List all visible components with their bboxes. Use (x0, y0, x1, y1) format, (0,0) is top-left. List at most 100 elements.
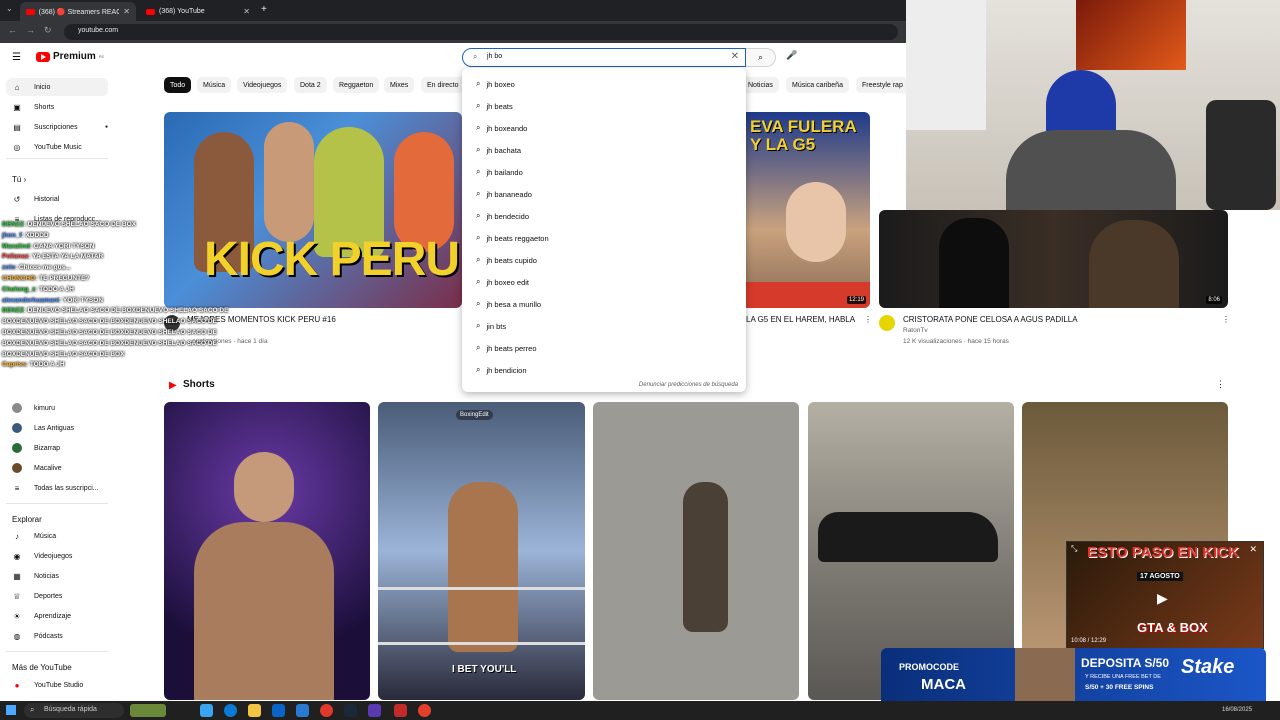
chip-todo[interactable]: Todo (164, 77, 192, 93)
reload-icon[interactable]: ↻ (44, 25, 52, 36)
sidebar-item-historial[interactable]: ↺ Historial (6, 190, 108, 208)
pip-time: 10:08 / 12:29 (1071, 638, 1107, 644)
chip-musica[interactable]: Música (197, 77, 232, 93)
steam-icon[interactable] (344, 704, 357, 717)
play-icon[interactable]: ▶ (1157, 590, 1168, 607)
chip-freestyle-rap[interactable]: Freestyle rap (856, 77, 909, 93)
search-icon: ⌕ (476, 145, 481, 154)
search-suggestion[interactable]: ⌕ jh bendicion (462, 359, 746, 381)
video-meta: 12 K visualizaciones · hace 15 horas (903, 338, 1009, 345)
search-icon: ⌕ (476, 79, 481, 88)
outlook-icon[interactable] (296, 704, 309, 717)
wall-poster (1076, 0, 1186, 70)
sidebar-item-noticias[interactable]: ▦ Noticias (6, 567, 108, 585)
video-title[interactable]: LA G5 EN EL HAREM, HABLA (746, 315, 855, 324)
pip-subtitle: GTA & BOX (1137, 620, 1208, 635)
mini-player[interactable]: ⤡ ✕ ESTO PASO EN KICK 17 AGOSTO ▶ GTA & … (1066, 541, 1264, 649)
short-thumbnail[interactable]: BoxingEdit I BET YOU'LL (378, 402, 585, 700)
sidebar-item-youtube-music[interactable]: ◎ YouTube Music (6, 138, 108, 156)
video-thumbnail[interactable]: KICK PERU (164, 112, 462, 308)
search-suggestion[interactable]: ⌕ jh beats reggaeton (462, 227, 746, 249)
search-suggestion[interactable]: ⌕ jh boxeo (462, 73, 746, 95)
new-tab-icon[interactable]: + (261, 4, 267, 15)
back-icon[interactable]: ← (8, 25, 17, 35)
file-explorer-icon[interactable] (248, 704, 261, 717)
clear-icon[interactable]: ✕ (731, 51, 739, 62)
short-thumbnail[interactable] (593, 402, 799, 700)
more-options-icon[interactable]: ⋮ (1222, 315, 1230, 324)
sidebar-item-deportes[interactable]: ♕ Deportes (6, 587, 108, 605)
close-icon[interactable]: ✕ (1249, 544, 1257, 555)
chip-noticias[interactable]: Noticias (742, 77, 779, 93)
video-thumbnail[interactable]: EVA FULERA Y LA G5 12:19 (746, 112, 870, 308)
search-suggestion[interactable]: ⌕ jh bendecido (462, 205, 746, 227)
search-suggestion[interactable]: ⌕ jh besa a murillo (462, 293, 746, 315)
store-icon[interactable] (272, 704, 285, 717)
obs-icon[interactable] (368, 704, 381, 717)
thumb-person (264, 122, 314, 242)
video-title[interactable]: CRISTORATA PONE CELOSA A AGUS PADILLA (903, 315, 1078, 324)
chrome-icon[interactable] (320, 704, 333, 717)
search-suggestion[interactable]: ⌕ jh boxeo edit (462, 271, 746, 293)
search-suggestion[interactable]: ⌕ jh beats perreo (462, 337, 746, 359)
search-input[interactable]: ⌕ jh bo ✕ (462, 48, 746, 67)
windows-start-icon[interactable] (6, 705, 16, 715)
sidebar-item-aprendizaje[interactable]: ☀ Aprendizaje (6, 607, 108, 625)
youtube-logo[interactable]: Premium PE (36, 51, 104, 62)
browser-tab-2[interactable]: (368) YouTube ✕ (140, 2, 256, 21)
more-options-icon[interactable]: ⋮ (864, 315, 872, 324)
mic-icon[interactable]: 🎤 (786, 50, 797, 61)
close-tab-icon[interactable]: ✕ (243, 7, 250, 16)
app-icon[interactable] (394, 704, 407, 717)
sidebar-item-todas-suscripciones[interactable]: ≡ Todas las suscripci... (6, 479, 108, 497)
short-thumbnail[interactable] (164, 402, 370, 700)
sidebar-sub-las-antiguas[interactable]: Las Antiguas (6, 419, 108, 437)
copilot-icon[interactable] (200, 704, 213, 717)
sidebar-sub-bizarrap[interactable]: Bizarrap (6, 439, 108, 457)
chip-musica-caribena[interactable]: Música caribeña (786, 77, 849, 93)
forward-icon[interactable]: → (26, 25, 35, 35)
expand-icon[interactable]: ⤡ (1071, 544, 1077, 554)
search-suggestion[interactable]: ⌕ jh bachata (462, 139, 746, 161)
sidebar-item-inicio[interactable]: ⌂ Inicio (6, 78, 108, 96)
edge-icon[interactable] (224, 704, 237, 717)
search-suggestion[interactable]: ⌕ jh bananeado (462, 183, 746, 205)
app-icon[interactable] (418, 704, 431, 717)
sidebar-section-tu[interactable]: Tú › (12, 175, 26, 184)
tab-list-icon[interactable]: ⌄ (6, 4, 13, 13)
widget-icon[interactable] (130, 704, 166, 717)
chip-mixes[interactable]: Mixes (384, 77, 415, 93)
chip-reggaeton[interactable]: Reggaeton (333, 77, 380, 93)
sidebar-item-youtube-studio[interactable]: ● YouTube Studio (6, 676, 108, 694)
channel-avatar[interactable] (879, 315, 895, 331)
chip-videojuegos[interactable]: Videojuegos (237, 77, 288, 93)
chat-text: BOXDENUEVO SHELAO SACO DE BOXDENUEVO SHE… (2, 318, 217, 326)
search-button[interactable]: ⌕ (746, 48, 776, 67)
menu-icon[interactable]: ☰ (12, 52, 21, 63)
search-suggestion[interactable]: ⌕ jin bts (462, 315, 746, 337)
browser-tab-1[interactable]: (368) 🔴 Streamers REACCIONA ✕ (20, 2, 136, 21)
chip-dota2[interactable]: Dota 2 (294, 77, 327, 93)
sidebar-item-musica[interactable]: ♪ Música (6, 527, 108, 545)
sidebar-item-podcasts[interactable]: ◍ Pódcasts (6, 627, 108, 645)
search-suggestion[interactable]: ⌕ jh boxeando (462, 117, 746, 139)
sidebar-sub-kimuru[interactable]: kimuru (6, 399, 108, 417)
report-predictions-link[interactable]: Denunciar predicciones de búsqueda (639, 382, 738, 388)
channel-name[interactable]: RatonTv (903, 327, 928, 334)
search-suggestion[interactable]: ⌕ jh beats cupido (462, 249, 746, 271)
chat-username: CHUNCHO (2, 275, 36, 282)
video-thumbnail[interactable]: 8:06 (879, 210, 1228, 308)
search-suggestion[interactable]: ⌕ jh bailando (462, 161, 746, 183)
chip-en-directo[interactable]: En directo (421, 77, 465, 93)
url-field[interactable]: youtube.com (64, 24, 898, 40)
taskbar-search[interactable]: ⌕ Búsqueda rápida (24, 703, 124, 718)
more-options-icon[interactable]: ⋮ (1216, 379, 1225, 390)
sidebar-item-videojuegos[interactable]: ◉ Videojuegos (6, 547, 108, 565)
close-tab-icon[interactable]: ✕ (123, 7, 130, 16)
gaming-chair (1206, 100, 1276, 210)
search-suggestion[interactable]: ⌕ jh beats (462, 95, 746, 117)
sidebar-item-shorts[interactable]: ▣ Shorts (6, 98, 108, 116)
sidebar-item-suscripciones[interactable]: ▤ Suscripciones ● (6, 118, 108, 136)
sidebar-sub-macalive[interactable]: Macalive (6, 459, 108, 477)
search-icon: ⌕ (476, 299, 481, 308)
